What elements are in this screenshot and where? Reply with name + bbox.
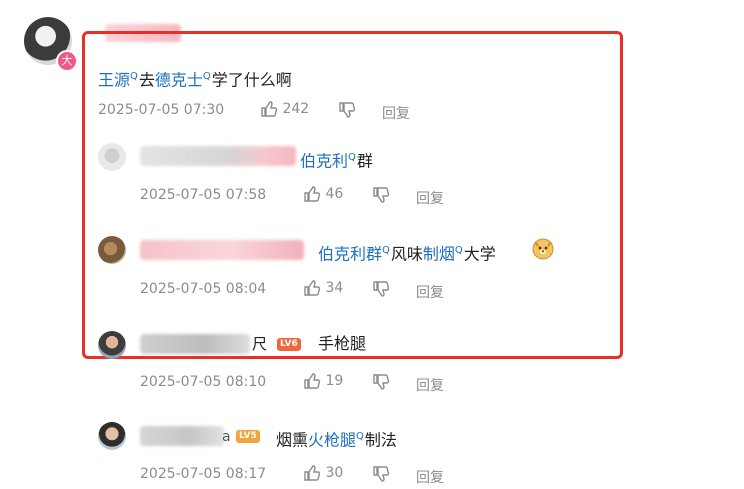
level-badge: LV5 (236, 430, 260, 443)
reply-text: 手枪腿 (318, 334, 367, 353)
thumbs-down-icon (373, 466, 390, 482)
comment-text: 王源Q去德克士Q学了什么啊 (98, 67, 292, 90)
like-count: 19 (325, 373, 344, 389)
timestamp: 2025-07-05 08:10 (140, 374, 267, 390)
reply-button[interactable]: 回复 (416, 188, 444, 208)
topic-search-icon: Q (130, 71, 138, 82)
level-badge: LV6 (277, 338, 301, 351)
thumbs-up-icon (304, 465, 321, 481)
like-count: 34 (325, 280, 344, 296)
thumbs-up-icon (304, 373, 321, 389)
text-segment: 学了什么啊 (211, 70, 292, 90)
like-button[interactable]: 242 (260, 100, 309, 118)
topic-search-icon: Q (454, 245, 463, 256)
topic-link[interactable]: 伯克利群 (318, 244, 382, 263)
like-button[interactable]: 46 (303, 185, 343, 203)
reply-button[interactable]: 回复 (382, 103, 410, 123)
username-tail: 尺 (252, 335, 268, 353)
like-count: 30 (325, 465, 344, 481)
timestamp: 2025-07-05 08:17 (140, 466, 267, 482)
avatar[interactable] (98, 236, 126, 264)
topic-search-icon: Q (348, 152, 356, 163)
timestamp: 2025-07-05 07:58 (140, 187, 267, 203)
doge-emoji-icon (532, 238, 554, 260)
avatar[interactable] (98, 143, 126, 171)
thumbs-down-icon (373, 374, 390, 390)
reply-text: 伯克利Q群 (300, 148, 373, 171)
username-blurred[interactable] (140, 334, 250, 354)
reply-text: 伯克利群Q风味制烟Q大学 (318, 241, 496, 264)
text-segment: 制法 (364, 430, 397, 450)
comment-meta: 2025-07-05 07:30 (98, 102, 224, 118)
topic-link[interactable]: 伯克利 (300, 151, 348, 170)
topic-link[interactable]: 制烟 (423, 244, 455, 263)
reply-text: 烟熏火枪腿Q制法 (276, 427, 397, 450)
thumbs-down-icon (373, 187, 390, 203)
topic-link[interactable]: 德克士 (155, 70, 203, 89)
topic-link[interactable]: 火枪腿 (308, 430, 356, 449)
avatar[interactable] (98, 331, 126, 359)
topic-search-icon: Q (382, 245, 390, 256)
vip-badge-icon: 大 (56, 50, 78, 72)
thumbs-up-icon (304, 280, 321, 296)
reply-button[interactable]: 回复 (416, 375, 444, 395)
thumbs-up-icon (261, 101, 278, 117)
username-blurred[interactable] (140, 146, 296, 166)
dislike-button[interactable] (338, 101, 356, 119)
like-count: 46 (325, 186, 344, 202)
text-segment: 风味 (390, 244, 423, 264)
username-tail: a (222, 429, 231, 445)
thumbs-up-icon (304, 186, 321, 202)
dislike-button[interactable] (372, 186, 390, 204)
like-count: 242 (282, 101, 310, 117)
thumbs-down-icon (339, 102, 356, 118)
text-segment: 烟熏 (276, 430, 309, 450)
username-blurred[interactable] (140, 426, 224, 446)
topic-link[interactable]: 王源 (98, 70, 130, 89)
reply-button[interactable]: 回复 (416, 467, 444, 487)
username-blurred[interactable] (140, 240, 304, 260)
topic-search-icon: Q (356, 431, 364, 442)
text-segment: 去 (138, 70, 155, 90)
like-button[interactable]: 30 (303, 464, 343, 482)
like-button[interactable]: 34 (303, 279, 343, 297)
timestamp: 2025-07-05 08:04 (140, 281, 267, 297)
dislike-button[interactable] (372, 280, 390, 298)
avatar[interactable] (98, 422, 126, 450)
like-button[interactable]: 19 (303, 372, 343, 390)
reply-button[interactable]: 回复 (416, 282, 444, 302)
thumbs-down-icon (373, 281, 390, 297)
topic-search-icon: Q (202, 71, 211, 82)
text-segment: 群 (356, 151, 373, 171)
dislike-button[interactable] (372, 465, 390, 483)
text-segment: 大学 (463, 244, 496, 264)
timestamp: 2025-07-05 07:30 (98, 102, 225, 118)
dislike-button[interactable] (372, 373, 390, 391)
